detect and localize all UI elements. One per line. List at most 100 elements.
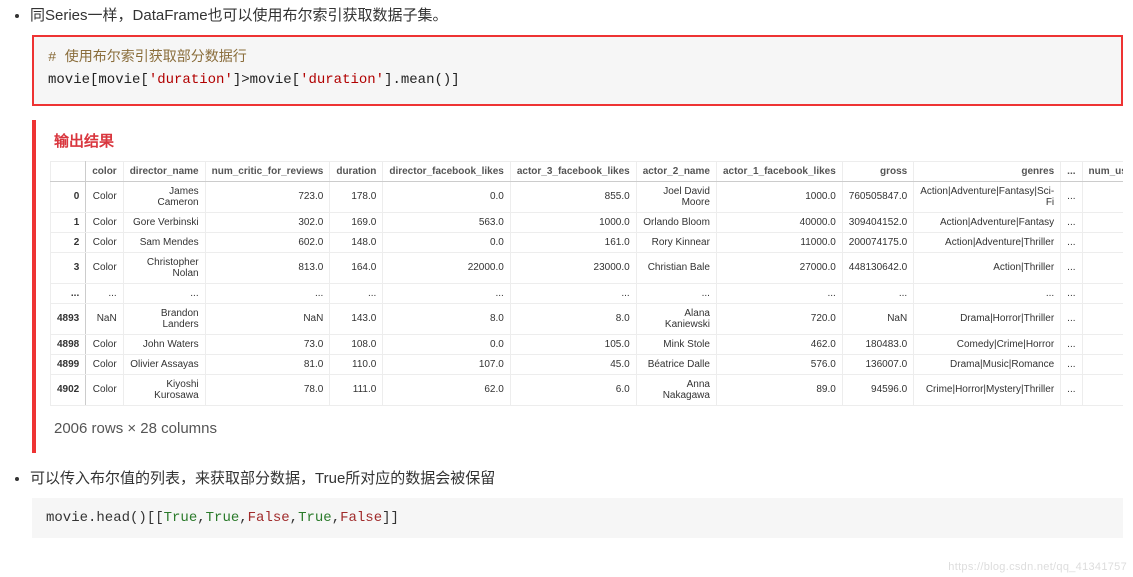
table-cell: ...	[330, 283, 383, 303]
table-cell: ...	[123, 283, 205, 303]
table-cell: 39.0	[1082, 354, 1123, 374]
output-block: 输出结果 colordirector_namenum_critic_for_re…	[32, 120, 1123, 453]
table-cell: 813.0	[205, 252, 330, 283]
table-row: 0ColorJames Cameron723.0178.00.0855.0Joe…	[51, 181, 1124, 212]
bullet-text-1: 同Series一样，DataFrame也可以使用布尔索引获取数据子集。	[30, 7, 448, 24]
table-cell: Joel David Moore	[636, 181, 716, 212]
table-header: actor_1_facebook_likes	[716, 161, 842, 181]
table-header	[51, 161, 86, 181]
table-cell: 143.0	[330, 303, 383, 334]
table-cell: 8.0	[510, 303, 636, 334]
table-row: 4898ColorJohn Waters73.0108.00.0105.0Min…	[51, 334, 1124, 354]
table-cell: 178.0	[330, 181, 383, 212]
table-cell: 81.0	[205, 354, 330, 374]
table-cell: NaN	[842, 303, 913, 334]
table-header: num_critic_for_reviews	[205, 161, 330, 181]
table-header: ...	[1061, 161, 1082, 181]
table-cell: 2	[51, 232, 86, 252]
table-cell: 105.0	[510, 334, 636, 354]
table-cell: Comedy|Crime|Horror	[914, 334, 1061, 354]
table-cell: Action|Adventure|Thriller	[914, 232, 1061, 252]
table-cell: ...	[1061, 303, 1082, 334]
table-cell: 1238.0	[1082, 212, 1123, 232]
table-cell: Drama|Horror|Thriller	[914, 303, 1061, 334]
table-cell: 1	[51, 212, 86, 232]
table-cell: 994.0	[1082, 232, 1123, 252]
table-cell: 89.0	[716, 374, 842, 405]
table-cell: Color	[86, 181, 123, 212]
table-cell: ...	[51, 283, 86, 303]
table-cell: 4898	[51, 334, 86, 354]
table-cell: 62.0	[383, 374, 511, 405]
table-cell: 107.0	[383, 354, 511, 374]
table-header: genres	[914, 161, 1061, 181]
code-line-1: movie[movie['duration']>movie['duration'…	[48, 69, 1107, 91]
table-cell: Alana Kaniewski	[636, 303, 716, 334]
table-cell: 148.0	[330, 232, 383, 252]
table-cell: 6.0	[510, 374, 636, 405]
table-cell: Drama|Music|Romance	[914, 354, 1061, 374]
table-cell: 2701.0	[1082, 252, 1123, 283]
table-cell: 309404152.0	[842, 212, 913, 232]
table-cell: 27000.0	[716, 252, 842, 283]
table-header: num_user_for_reviews	[1082, 161, 1123, 181]
table-cell: 200074175.0	[842, 232, 913, 252]
table-cell: 111.0	[330, 374, 383, 405]
table-cell: Action|Adventure|Fantasy	[914, 212, 1061, 232]
dataframe-table: colordirector_namenum_critic_for_reviews…	[50, 161, 1123, 406]
table-cell: Béatrice Dalle	[636, 354, 716, 374]
table-cell: Color	[86, 354, 123, 374]
table-cell: ...	[1061, 252, 1082, 283]
table-cell: 11000.0	[716, 232, 842, 252]
table-cell: Rory Kinnear	[636, 232, 716, 252]
table-cell: 4893	[51, 303, 86, 334]
table-cell: 602.0	[205, 232, 330, 252]
table-cell: Anna Nakagawa	[636, 374, 716, 405]
code-block-boolean-index: # 使用布尔索引获取部分数据行 movie[movie['duration']>…	[32, 35, 1123, 106]
bool-literal: True	[298, 510, 332, 526]
table-cell: 180483.0	[842, 334, 913, 354]
table-cell: Olivier Assayas	[123, 354, 205, 374]
table-cell: 302.0	[205, 212, 330, 232]
bullet-text-2: 可以传入布尔值的列表，来获取部分数据，True所对应的数据会被保留	[30, 470, 495, 487]
table-cell: Mink Stole	[636, 334, 716, 354]
table-cell: ...	[205, 283, 330, 303]
table-cell: 3054.0	[1082, 181, 1123, 212]
table-cell: 78.0	[205, 374, 330, 405]
table-cell: ...	[1061, 354, 1082, 374]
table-cell: 108.0	[330, 334, 383, 354]
table-cell: Orlando Bloom	[636, 212, 716, 232]
table-cell: Christopher Nolan	[123, 252, 205, 283]
bool-literal: True	[164, 510, 198, 526]
table-cell: 73.0	[205, 334, 330, 354]
table-cell: 161.0	[510, 232, 636, 252]
table-cell: ...	[1082, 283, 1123, 303]
code-suffix: ]]	[382, 510, 399, 526]
table-cell: Sam Mendes	[123, 232, 205, 252]
table-cell: 0	[51, 181, 86, 212]
table-cell: 183.0	[1082, 334, 1123, 354]
table-cell: 22000.0	[383, 252, 511, 283]
table-cell: ...	[1061, 283, 1082, 303]
bool-literal: True	[206, 510, 240, 526]
table-cell: 0.0	[383, 181, 511, 212]
table-row: 3ColorChristopher Nolan813.0164.022000.0…	[51, 252, 1124, 283]
table-row: 1ColorGore Verbinski302.0169.0563.01000.…	[51, 212, 1124, 232]
table-cell: Gore Verbinski	[123, 212, 205, 232]
table-cell: ...	[1061, 374, 1082, 405]
table-cell: Christian Bale	[636, 252, 716, 283]
table-header: director_facebook_likes	[383, 161, 511, 181]
table-cell: 855.0	[510, 181, 636, 212]
table-cell: ...	[716, 283, 842, 303]
table-cell: ...	[1061, 232, 1082, 252]
table-cell: Color	[86, 374, 123, 405]
table-header: actor_2_name	[636, 161, 716, 181]
table-cell: 50.0	[1082, 374, 1123, 405]
table-cell: 760505847.0	[842, 181, 913, 212]
table-cell: Kiyoshi Kurosawa	[123, 374, 205, 405]
table-cell: ...	[1061, 181, 1082, 212]
table-cell: 1000.0	[510, 212, 636, 232]
table-cell: Action|Thriller	[914, 252, 1061, 283]
table-cell: Color	[86, 334, 123, 354]
table-cell: 576.0	[716, 354, 842, 374]
